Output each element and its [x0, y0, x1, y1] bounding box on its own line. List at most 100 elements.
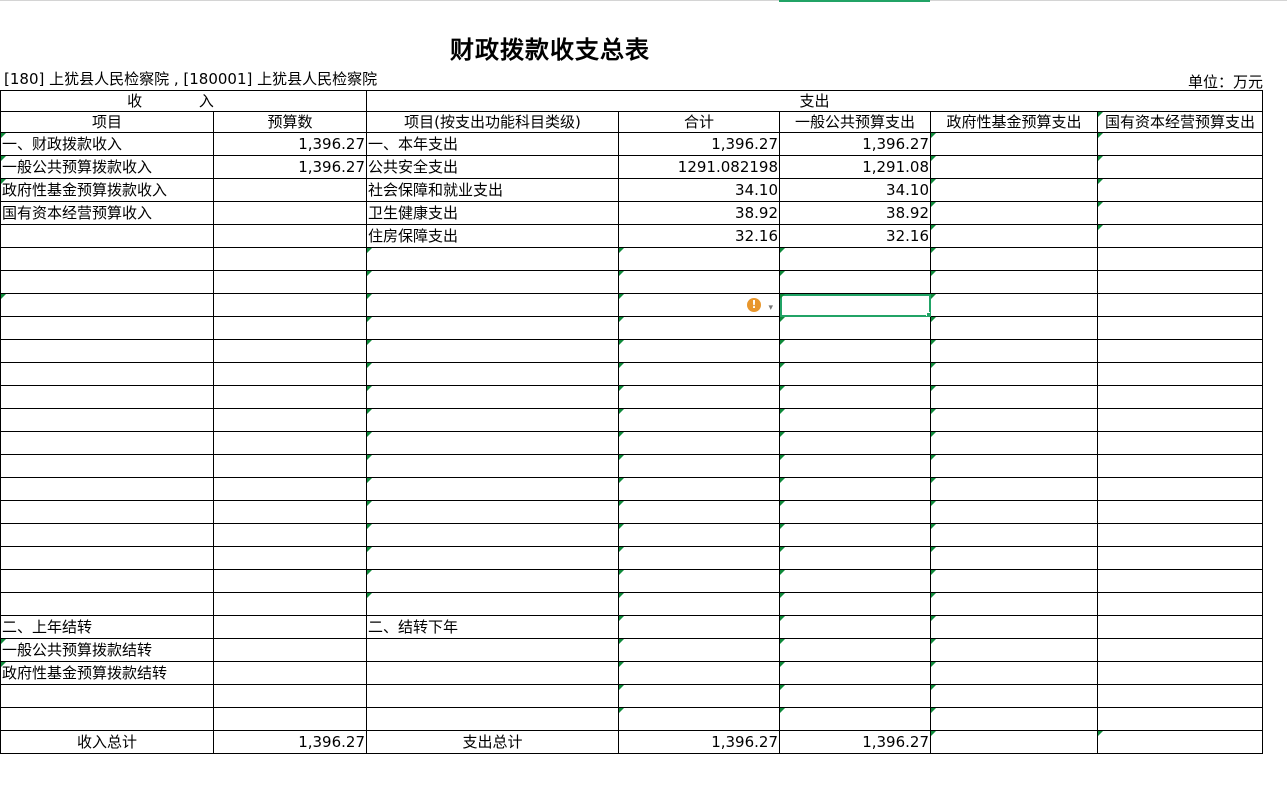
fund-cell[interactable]	[930, 224, 1098, 248]
income-item-cell[interactable]	[0, 224, 214, 248]
empty-cell[interactable]	[0, 569, 214, 593]
income-amount-cell[interactable]	[213, 201, 367, 225]
state-cell[interactable]	[1097, 224, 1263, 248]
empty-cell[interactable]	[0, 431, 214, 455]
income-amount-cell[interactable]	[213, 178, 367, 202]
expense-item-cell[interactable]: 社会保障和就业支出	[366, 178, 619, 202]
empty-cell[interactable]	[930, 339, 1098, 363]
empty-cell[interactable]	[0, 270, 214, 294]
empty-cell[interactable]	[0, 477, 214, 501]
empty-cell[interactable]: ! ▾	[618, 293, 780, 317]
expense-item-cell[interactable]: 住房保障支出	[366, 224, 619, 248]
income-item-cell[interactable]: 国有资本经营预算收入	[0, 201, 214, 225]
empty-cell[interactable]	[779, 270, 931, 294]
income-item-cell[interactable]: 一般公共预算拨款收入	[0, 155, 214, 179]
carry-expense-item-cell[interactable]: 二、结转下年	[366, 615, 619, 639]
empty-cell[interactable]	[0, 592, 214, 616]
fund-cell[interactable]	[930, 132, 1098, 156]
expense-total-amount[interactable]: 1,396.27	[618, 730, 780, 754]
exclamation-icon[interactable]: !	[747, 298, 761, 312]
empty-cell[interactable]	[1097, 339, 1263, 363]
empty-cell[interactable]	[930, 684, 1098, 708]
general-cell[interactable]: 32.16	[779, 224, 931, 248]
empty-cell[interactable]	[0, 293, 214, 317]
empty-cell[interactable]	[1097, 247, 1263, 271]
empty-cell[interactable]	[930, 385, 1098, 409]
empty-cell[interactable]	[930, 661, 1098, 685]
empty-cell[interactable]	[0, 339, 214, 363]
empty-cell[interactable]	[1097, 385, 1263, 409]
empty-cell[interactable]	[618, 408, 780, 432]
empty-cell[interactable]	[618, 270, 780, 294]
expense-item-cell[interactable]: 一、本年支出	[366, 132, 619, 156]
state-cell[interactable]	[1097, 178, 1263, 202]
empty-cell[interactable]	[618, 684, 780, 708]
empty-cell[interactable]	[1097, 638, 1263, 662]
empty-cell[interactable]	[213, 592, 367, 616]
empty-cell[interactable]	[779, 454, 931, 478]
empty-cell[interactable]	[930, 500, 1098, 524]
total-cell[interactable]: 1,396.27	[618, 132, 780, 156]
empty-cell[interactable]	[213, 661, 367, 685]
empty-cell[interactable]	[930, 293, 1098, 317]
empty-cell[interactable]	[366, 477, 619, 501]
income-item-cell[interactable]: 一、财政拨款收入	[0, 132, 214, 156]
empty-cell[interactable]	[779, 362, 931, 386]
empty-cell[interactable]	[1097, 661, 1263, 685]
empty-cell[interactable]	[779, 592, 931, 616]
empty-cell[interactable]	[618, 546, 780, 570]
empty-cell[interactable]	[366, 293, 619, 317]
empty-cell[interactable]	[213, 684, 367, 708]
fund-cell[interactable]	[930, 155, 1098, 179]
empty-cell[interactable]	[1097, 615, 1263, 639]
income-amount-cell[interactable]	[213, 224, 367, 248]
col-header-budget[interactable]: 预算数	[213, 111, 367, 133]
empty-cell[interactable]	[213, 477, 367, 501]
empty-cell[interactable]	[779, 661, 931, 685]
income-item-cell[interactable]: 政府性基金预算拨款收入	[0, 178, 214, 202]
empty-cell[interactable]	[930, 707, 1098, 731]
fund-total-cell[interactable]	[930, 730, 1098, 754]
empty-cell[interactable]	[213, 546, 367, 570]
empty-cell[interactable]	[0, 684, 214, 708]
col-header-state[interactable]: 国有资本经营预算支出	[1097, 111, 1263, 133]
empty-cell[interactable]	[213, 707, 367, 731]
expense-item-cell[interactable]: 卫生健康支出	[366, 201, 619, 225]
empty-cell[interactable]	[779, 339, 931, 363]
col-header-general[interactable]: 一般公共预算支出	[779, 111, 931, 133]
income-total-label[interactable]: 收入总计	[0, 730, 214, 754]
carry-income-item-cell[interactable]: 二、上年结转	[0, 615, 214, 639]
empty-cell[interactable]	[779, 500, 931, 524]
empty-cell[interactable]	[618, 339, 780, 363]
total-cell[interactable]: 32.16	[618, 224, 780, 248]
empty-cell[interactable]	[930, 247, 1098, 271]
empty-cell[interactable]	[1097, 500, 1263, 524]
income-amount-cell[interactable]: 1,396.27	[213, 132, 367, 156]
empty-cell[interactable]	[779, 684, 931, 708]
empty-cell[interactable]	[0, 385, 214, 409]
empty-cell[interactable]	[213, 270, 367, 294]
state-cell[interactable]	[1097, 155, 1263, 179]
empty-cell[interactable]	[930, 569, 1098, 593]
empty-cell[interactable]	[779, 385, 931, 409]
empty-cell[interactable]	[779, 247, 931, 271]
empty-cell[interactable]	[930, 408, 1098, 432]
empty-cell[interactable]	[779, 316, 931, 340]
general-cell[interactable]: 38.92	[779, 201, 931, 225]
empty-cell[interactable]	[1097, 408, 1263, 432]
fund-cell[interactable]	[930, 201, 1098, 225]
empty-cell[interactable]	[779, 569, 931, 593]
empty-cell[interactable]	[366, 385, 619, 409]
empty-cell[interactable]	[618, 638, 780, 662]
chevron-down-icon[interactable]: ▾	[768, 297, 773, 316]
empty-cell[interactable]	[779, 707, 931, 731]
empty-cell[interactable]	[1097, 523, 1263, 547]
empty-cell[interactable]	[213, 408, 367, 432]
col-header-expense-item[interactable]: 项目(按支出功能科目类级)	[366, 111, 619, 133]
state-total-cell[interactable]	[1097, 730, 1263, 754]
empty-cell[interactable]	[1097, 454, 1263, 478]
empty-cell[interactable]	[618, 569, 780, 593]
empty-cell[interactable]	[1097, 362, 1263, 386]
col-header-total[interactable]: 合计	[618, 111, 780, 133]
empty-cell[interactable]	[618, 316, 780, 340]
